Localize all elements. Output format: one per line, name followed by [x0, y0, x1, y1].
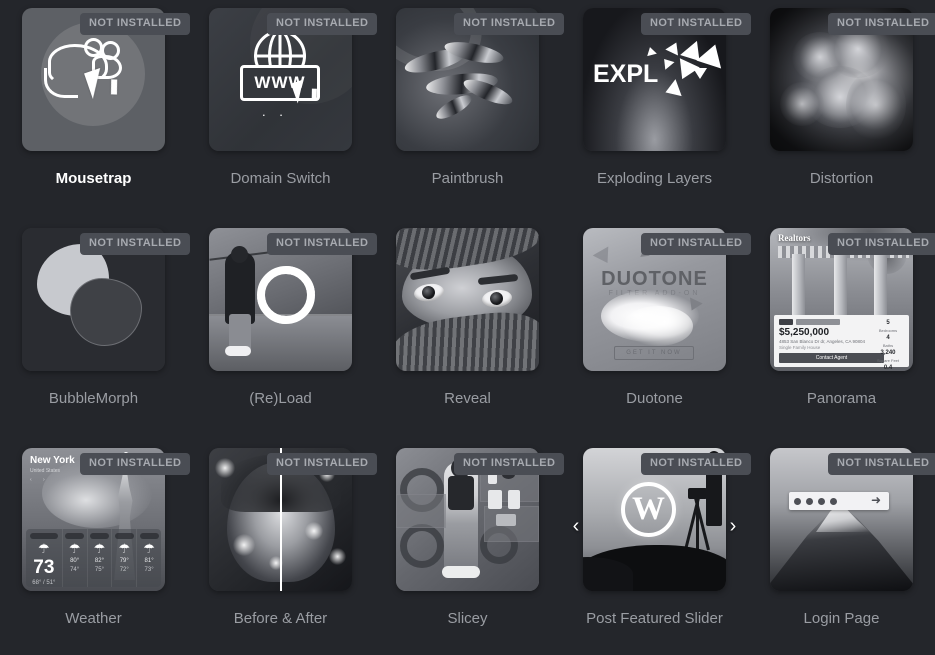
addon-label: Slicey	[447, 610, 488, 627]
rain-icon: ☂	[143, 541, 155, 556]
addon-label: Weather	[65, 610, 122, 627]
addon-grid: NOT INSTALLED Mousetrap WWW . . NOT INST…	[0, 0, 935, 655]
rain-icon: ☂	[38, 541, 50, 556]
weather-temperature: 73	[33, 557, 55, 578]
thumbnail-wrap[interactable]: NOT INSTALLED	[396, 448, 565, 591]
password-field-mock: ➜	[789, 492, 889, 510]
weather-city: New York	[30, 455, 75, 466]
addon-label: Domain Switch	[230, 170, 331, 187]
addon-card-panorama[interactable]: Realtors $5,250,000 4853 San Blanco Dr d…	[748, 220, 935, 440]
arrow-right-icon: ➜	[871, 493, 882, 507]
addon-label: Reveal	[444, 390, 491, 407]
forecast-lo: 73°	[144, 567, 154, 573]
addon-card-before-after[interactable]: NOT INSTALLED Before & After	[187, 440, 378, 655]
thumbnail-wrap[interactable]: NOT INSTALLED	[22, 228, 191, 371]
addon-card-weather[interactable]: New York United States ‹ › ☂ 73 68° / 51…	[0, 440, 191, 655]
sync-icon	[257, 266, 315, 324]
addon-card-domain-switch[interactable]: WWW . . NOT INSTALLED Domain Switch	[187, 0, 378, 220]
forecast-lo: 72°	[119, 567, 129, 573]
thumbnail-wrap[interactable]: NOT INSTALLED	[209, 448, 378, 591]
addon-card-reload[interactable]: NOT INSTALLED (Re)Load	[187, 220, 378, 440]
addon-label: Post Featured Slider	[586, 610, 723, 627]
thumbnail-wrap[interactable]	[396, 228, 539, 371]
addon-card-exploding-layers[interactable]: EXPL NOT INSTALLED Exploding Layers	[561, 0, 752, 220]
addon-card-bubblemorph[interactable]: NOT INSTALLED BubbleMorph	[0, 220, 191, 440]
status-badge: NOT INSTALLED	[828, 233, 935, 255]
wordpress-logo: W	[621, 482, 676, 537]
expl-title: EXPL	[593, 60, 659, 88]
addon-label: Before & After	[233, 610, 328, 627]
domain-dots: . .	[262, 104, 288, 119]
weather-forecast-panel: ☂ 73 68° / 51° ☂ 80° 74° ☂ 82° 75° ☂ 79°…	[26, 529, 161, 587]
contact-agent-button: Contact Agent	[779, 353, 884, 363]
addon-label: Panorama	[806, 390, 877, 407]
rain-icon: ☂	[93, 541, 106, 556]
forecast-lo: 74°	[70, 567, 80, 573]
status-badge: NOT INSTALLED	[267, 453, 378, 475]
status-badge: NOT INSTALLED	[828, 13, 935, 35]
addon-card-post-featured-slider[interactable]: W ‹ › NOT INSTALLED Post Featured Slider	[561, 440, 752, 655]
duotone-cta-button: GET IT NOW	[614, 346, 694, 360]
duotone-title: DUOTONE	[601, 268, 708, 290]
status-badge: NOT INSTALLED	[828, 453, 935, 475]
status-badge: NOT INSTALLED	[641, 13, 752, 35]
addon-label: Distortion	[809, 170, 874, 187]
addon-label: Paintbrush	[431, 170, 504, 187]
thumbnail-wrap[interactable]: NOT INSTALLED	[770, 8, 935, 151]
addon-card-slicey[interactable]: NOT INSTALLED Slicey	[374, 440, 565, 655]
thumbnail-wrap[interactable]: W ‹ › NOT INSTALLED	[573, 448, 752, 591]
addon-label: Exploding Layers	[596, 170, 713, 187]
addon-label: (Re)Load	[249, 390, 312, 407]
addon-thumbnail-reveal[interactable]	[396, 228, 539, 371]
addon-label: Login Page	[803, 610, 880, 627]
addon-card-duotone[interactable]: DUOTONE FILTER ADD-ON GET IT NOW NOT INS…	[561, 220, 752, 440]
status-badge: NOT INSTALLED	[454, 453, 565, 475]
thumbnail-wrap[interactable]: New York United States ‹ › ☂ 73 68° / 51…	[22, 448, 191, 591]
status-badge: NOT INSTALLED	[267, 13, 378, 35]
thumbnail-wrap[interactable]: NOT INSTALLED	[396, 8, 565, 151]
status-badge: NOT INSTALLED	[267, 233, 378, 255]
weather-feels-like: 68° / 51°	[32, 580, 56, 586]
addon-label: Duotone	[626, 390, 683, 407]
addon-card-mousetrap[interactable]: NOT INSTALLED Mousetrap	[0, 0, 191, 220]
forecast-hi: 82°	[94, 558, 104, 564]
thumbnail-wrap[interactable]: Realtors $5,250,000 4853 San Blanco Dr d…	[770, 228, 935, 371]
thumbnail-wrap[interactable]: DUOTONE FILTER ADD-ON GET IT NOW NOT INS…	[583, 228, 752, 371]
status-badge: NOT INSTALLED	[641, 453, 752, 475]
status-badge: NOT INSTALLED	[641, 233, 752, 255]
reveal-illustration	[396, 228, 539, 371]
status-badge: NOT INSTALLED	[80, 13, 191, 35]
status-badge: NOT INSTALLED	[80, 233, 191, 255]
thumbnail-wrap[interactable]: NOT INSTALLED	[209, 228, 378, 371]
carousel-next-button[interactable]: ›	[726, 514, 740, 538]
thumbnail-wrap[interactable]: EXPL NOT INSTALLED	[583, 8, 752, 151]
forecast-hi: 79°	[119, 558, 129, 564]
panorama-listing-card: $5,250,000 4853 San Blanco Dr dr, Angele…	[774, 315, 909, 371]
addon-card-paintbrush[interactable]: NOT INSTALLED Paintbrush	[374, 0, 565, 220]
addon-card-login-page[interactable]: ➜ NOT INSTALLED Login Page	[748, 440, 935, 655]
panorama-brand: Realtors	[778, 233, 811, 243]
status-badge: NOT INSTALLED	[454, 13, 565, 35]
rain-icon: ☂	[68, 541, 81, 556]
forecast-lo: 75°	[94, 567, 104, 573]
carousel-prev-button[interactable]: ‹	[569, 514, 583, 538]
weather-nav-arrows: ‹ ›	[30, 477, 50, 483]
forecast-hi: 81°	[144, 558, 154, 564]
thumbnail-wrap[interactable]: ➜ NOT INSTALLED	[770, 448, 935, 591]
thumbnail-wrap[interactable]: WWW . . NOT INSTALLED	[209, 8, 378, 151]
rain-icon: ☂	[118, 541, 131, 556]
addon-card-reveal[interactable]: Reveal	[374, 220, 561, 440]
thumbnail-wrap[interactable]: NOT INSTALLED	[22, 8, 191, 151]
status-badge: NOT INSTALLED	[80, 453, 191, 475]
addon-card-distortion[interactable]: NOT INSTALLED Distortion	[748, 0, 935, 220]
addon-label: BubbleMorph	[48, 390, 139, 407]
listing-stats: 5Bedrooms 4Baths 3,240Square Feet 0.4acr…	[876, 320, 899, 371]
addon-label: Mousetrap	[55, 170, 132, 187]
weather-country: United States	[30, 468, 61, 474]
forecast-hi: 80°	[70, 558, 80, 564]
